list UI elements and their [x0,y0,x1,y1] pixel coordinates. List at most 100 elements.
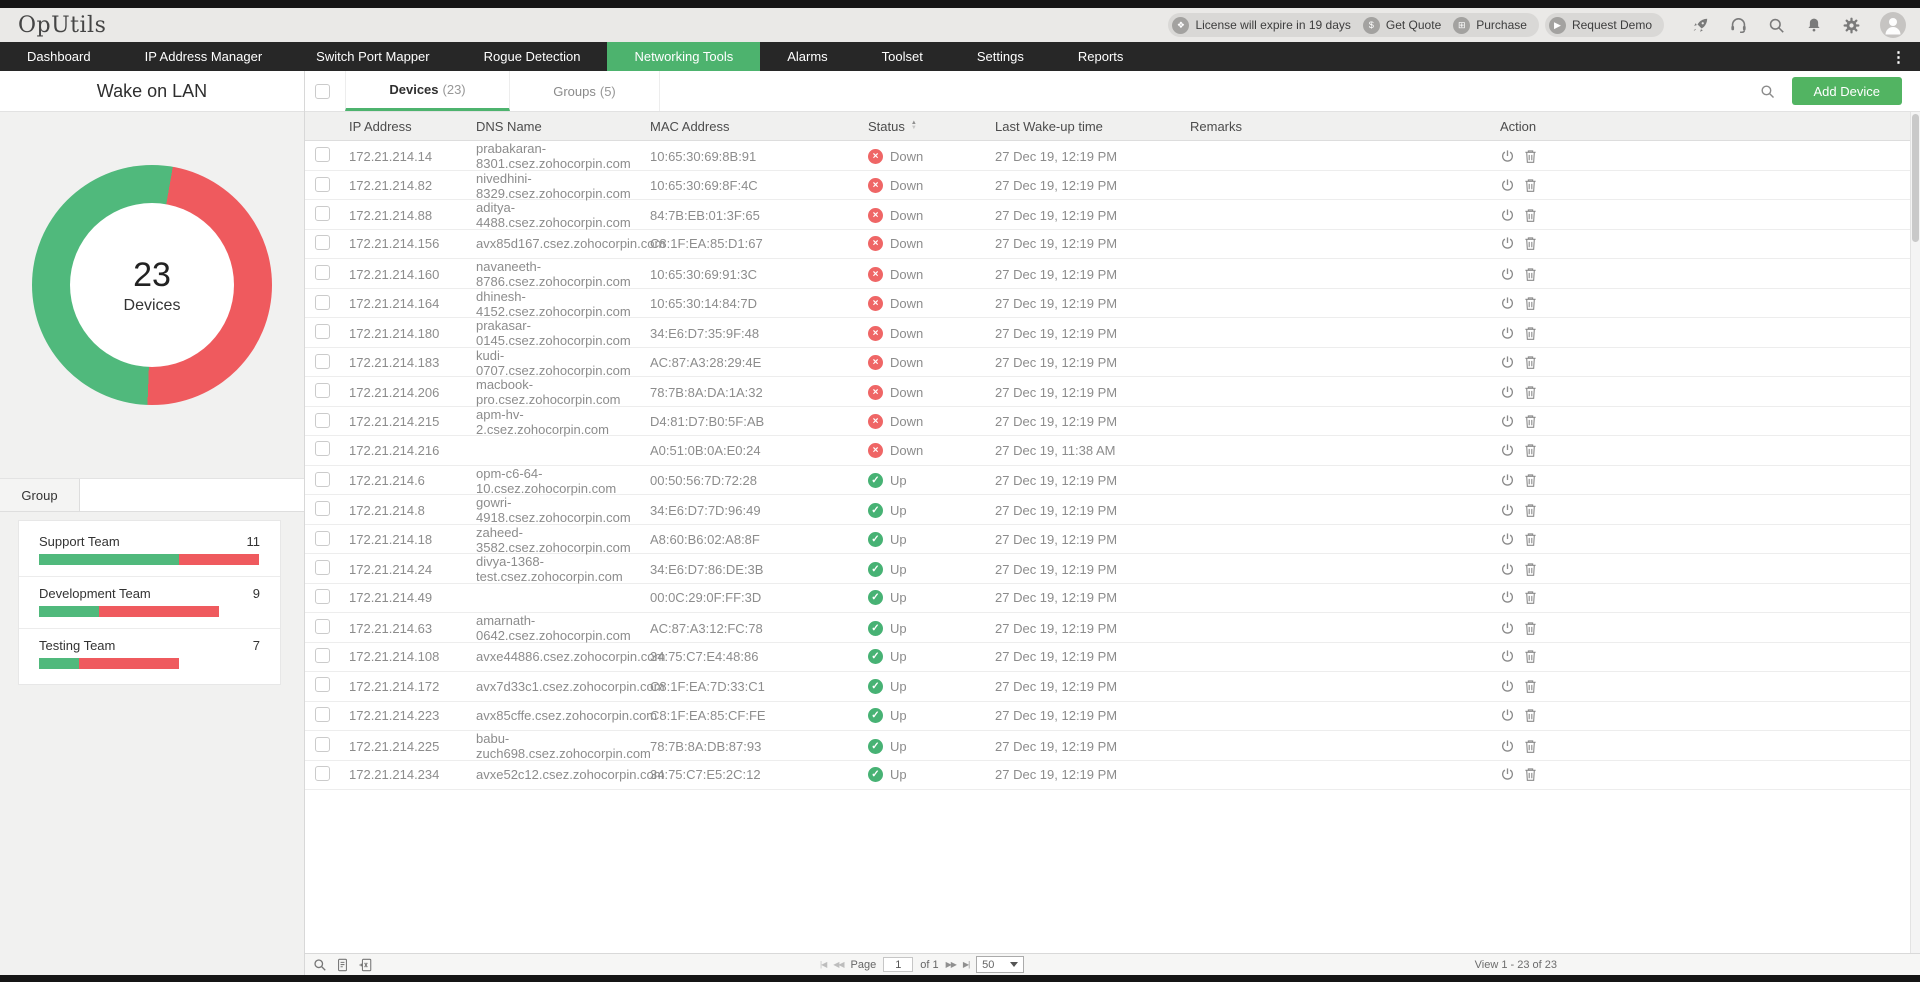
nav-item-alarms[interactable]: Alarms [760,42,854,71]
wake-power-icon[interactable] [1500,296,1515,311]
row-checkbox[interactable] [315,560,330,575]
row-checkbox[interactable] [315,531,330,546]
notifications-bell-icon[interactable] [1805,16,1823,34]
delete-trash-icon[interactable] [1524,649,1537,664]
row-checkbox[interactable] [315,648,330,663]
delete-trash-icon[interactable] [1524,473,1537,488]
wake-power-icon[interactable] [1500,208,1515,223]
wake-power-icon[interactable] [1500,149,1515,164]
wake-power-icon[interactable] [1500,767,1515,782]
nav-item-dashboard[interactable]: Dashboard [0,42,118,71]
next-page-button[interactable]: ▶▶ [946,960,956,969]
nav-item-switch-port-mapper[interactable]: Switch Port Mapper [289,42,456,71]
add-device-button[interactable]: Add Device [1792,77,1902,105]
delete-trash-icon[interactable] [1524,621,1537,636]
nav-item-ip-address-manager[interactable]: IP Address Manager [118,42,290,71]
page-number-input[interactable] [883,957,913,972]
row-checkbox[interactable] [315,501,330,516]
row-checkbox[interactable] [315,206,330,221]
wake-power-icon[interactable] [1500,473,1515,488]
nav-overflow-menu[interactable]: ⋮ [1877,42,1920,71]
row-checkbox[interactable] [315,295,330,310]
row-checkbox[interactable] [315,619,330,634]
row-checkbox[interactable] [315,707,330,722]
vertical-scrollbar[interactable] [1910,112,1920,953]
delete-trash-icon[interactable] [1524,355,1537,370]
export-excel-icon[interactable] [358,958,373,972]
user-avatar[interactable] [1880,12,1906,38]
delete-trash-icon[interactable] [1524,414,1537,429]
table-search-icon[interactable] [1759,83,1776,100]
delete-trash-icon[interactable] [1524,296,1537,311]
get-quote-link[interactable]: $ Get Quote [1363,17,1441,34]
rocket-icon[interactable] [1691,16,1710,35]
nav-item-reports[interactable]: Reports [1051,42,1151,71]
tab-groups[interactable]: Groups (5) [510,71,660,111]
wake-power-icon[interactable] [1500,679,1515,694]
row-checkbox[interactable] [315,324,330,339]
delete-trash-icon[interactable] [1524,767,1537,782]
col-status-sortable[interactable]: Status ▲▼ [868,119,995,134]
purchase-link[interactable]: ⊞ Purchase [1453,17,1527,34]
nav-item-rogue-detection[interactable]: Rogue Detection [457,42,608,71]
settings-gear-icon[interactable] [1842,16,1861,35]
tab-devices[interactable]: Devices (23) [345,71,510,111]
nav-item-toolset[interactable]: Toolset [855,42,950,71]
nav-item-settings[interactable]: Settings [950,42,1051,71]
last-page-button[interactable]: ▶| [963,960,969,969]
row-checkbox[interactable] [315,589,330,604]
group-row[interactable]: Development Team9 [19,576,280,628]
select-all-checkbox[interactable] [315,84,330,99]
delete-trash-icon[interactable] [1524,532,1537,547]
delete-trash-icon[interactable] [1524,326,1537,341]
delete-trash-icon[interactable] [1524,562,1537,577]
report-icon[interactable] [336,958,349,972]
row-checkbox[interactable] [315,766,330,781]
nav-item-networking-tools[interactable]: Networking Tools [607,42,760,71]
delete-trash-icon[interactable] [1524,590,1537,605]
previous-page-button[interactable]: ◀◀ [833,960,843,969]
wake-power-icon[interactable] [1500,355,1515,370]
delete-trash-icon[interactable] [1524,708,1537,723]
wake-power-icon[interactable] [1500,178,1515,193]
delete-trash-icon[interactable] [1524,267,1537,282]
delete-trash-icon[interactable] [1524,443,1537,458]
row-checkbox[interactable] [315,413,330,428]
wake-power-icon[interactable] [1500,590,1515,605]
row-checkbox[interactable] [315,147,330,162]
delete-trash-icon[interactable] [1524,236,1537,251]
page-size-select[interactable]: 50 [976,956,1024,973]
group-row[interactable]: Testing Team7 [19,628,280,680]
delete-trash-icon[interactable] [1524,385,1537,400]
wake-power-icon[interactable] [1500,503,1515,518]
wake-power-icon[interactable] [1500,621,1515,636]
row-checkbox[interactable] [315,441,330,456]
row-checkbox[interactable] [315,235,330,250]
wake-power-icon[interactable] [1500,443,1515,458]
wake-power-icon[interactable] [1500,739,1515,754]
wake-power-icon[interactable] [1500,267,1515,282]
group-row[interactable]: Support Team11 [19,525,280,576]
row-checkbox[interactable] [315,265,330,280]
first-page-button[interactable]: |◀ [820,960,826,969]
wake-power-icon[interactable] [1500,236,1515,251]
row-checkbox[interactable] [315,677,330,692]
delete-trash-icon[interactable] [1524,208,1537,223]
wake-power-icon[interactable] [1500,562,1515,577]
delete-trash-icon[interactable] [1524,503,1537,518]
wake-power-icon[interactable] [1500,414,1515,429]
row-checkbox[interactable] [315,472,330,487]
wake-power-icon[interactable] [1500,532,1515,547]
request-demo-link[interactable]: ▶ Request Demo [1545,13,1664,37]
delete-trash-icon[interactable] [1524,149,1537,164]
footer-search-icon[interactable] [313,958,327,972]
scrollbar-thumb[interactable] [1912,114,1919,242]
wake-power-icon[interactable] [1500,708,1515,723]
wake-power-icon[interactable] [1500,649,1515,664]
delete-trash-icon[interactable] [1524,679,1537,694]
delete-trash-icon[interactable] [1524,178,1537,193]
wake-power-icon[interactable] [1500,385,1515,400]
wake-power-icon[interactable] [1500,326,1515,341]
row-checkbox[interactable] [315,737,330,752]
support-headset-icon[interactable] [1729,16,1748,35]
